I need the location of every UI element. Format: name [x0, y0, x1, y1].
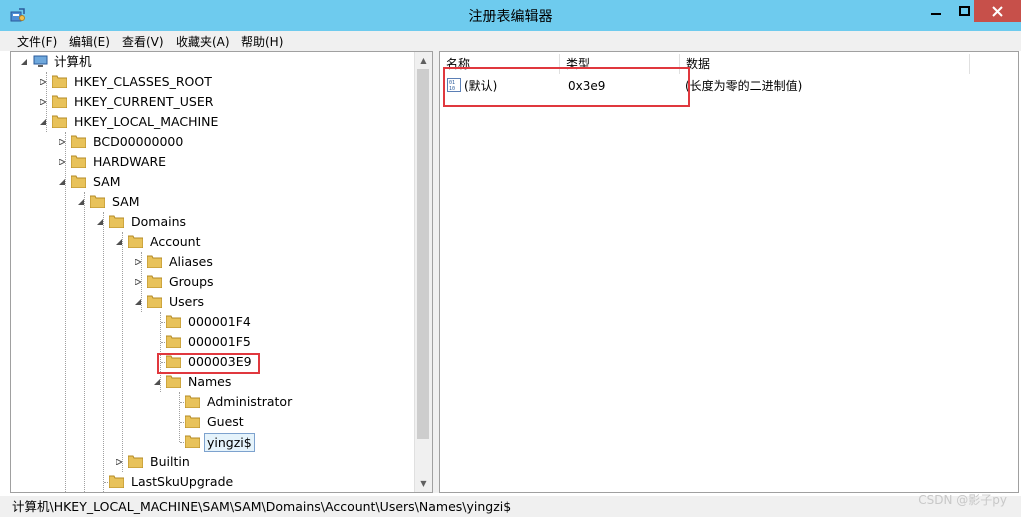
watermark: CSDN @影子py	[918, 493, 1007, 507]
column-header-data[interactable]: 数据	[680, 54, 970, 74]
menu-view[interactable]: 查看(V)	[122, 33, 164, 50]
tree-label: 000001F4	[188, 314, 251, 329]
tree-connector	[103, 212, 104, 492]
status-bar: 计算机\HKEY_LOCAL_MACHINE\SAM\SAM\Domains\A…	[0, 496, 1021, 517]
tree-label: HKEY_CURRENT_USER	[74, 94, 214, 109]
value-data: (长度为零的二进制值)	[685, 79, 803, 93]
tree-label: HARDWARE	[93, 154, 167, 169]
folder-icon	[185, 395, 200, 408]
tree-label: Administrator	[207, 394, 293, 409]
tree-connector	[160, 312, 161, 392]
status-path: 计算机\HKEY_LOCAL_MACHINE\SAM\SAM\Domains\A…	[12, 499, 512, 514]
collapsed-arrow-icon[interactable]	[40, 99, 46, 105]
folder-icon	[128, 455, 143, 468]
collapsed-arrow-icon[interactable]	[135, 279, 141, 285]
tree-label: HKEY_LOCAL_MACHINE	[74, 114, 219, 129]
folder-icon	[185, 435, 200, 448]
tree-connector	[179, 392, 180, 442]
tree-label: Domains	[131, 214, 187, 229]
folder-icon	[109, 475, 124, 488]
collapsed-arrow-icon[interactable]	[116, 459, 122, 465]
expanded-arrow-icon[interactable]	[154, 379, 160, 385]
folder-open-icon	[52, 115, 67, 128]
tree-connector	[84, 192, 85, 492]
expanded-arrow-icon[interactable]	[116, 239, 122, 245]
minimize-icon	[931, 13, 941, 15]
tree-label: Account	[150, 234, 201, 249]
registry-tree[interactable]: 计算机 HKEY_CLASSES_ROOT HKEY_CURRENT_USER …	[10, 51, 433, 493]
expanded-arrow-icon[interactable]	[21, 59, 27, 65]
folder-icon	[71, 135, 86, 148]
expanded-arrow-icon[interactable]	[40, 119, 46, 125]
folder-open-icon	[71, 175, 86, 188]
folder-open-icon	[166, 375, 181, 388]
expanded-arrow-icon[interactable]	[78, 199, 84, 205]
menu-favorites[interactable]: 收藏夹(A)	[176, 33, 230, 50]
collapsed-arrow-icon[interactable]	[59, 159, 65, 165]
tree-label: Groups	[169, 274, 214, 289]
tree-label-selected: yingzi$	[204, 433, 255, 452]
menu-help[interactable]: 帮助(H)	[241, 33, 283, 50]
title-bar[interactable]: 注册表编辑器	[0, 0, 1021, 31]
scroll-up-icon[interactable]: ▲	[415, 52, 432, 69]
tree-label: SAM	[112, 194, 140, 209]
collapsed-arrow-icon[interactable]	[40, 79, 46, 85]
expanded-arrow-icon[interactable]	[135, 299, 141, 305]
values-list[interactable]: 名称 类型 数据 01 10 (默认) 0x3e9 (长度为零的二进制值)	[439, 51, 1019, 493]
tree-label: Builtin	[150, 454, 190, 469]
scroll-thumb[interactable]	[417, 69, 429, 439]
folder-open-icon	[90, 195, 105, 208]
tree-label: SAM	[93, 174, 121, 189]
folder-icon	[147, 275, 162, 288]
collapsed-arrow-icon[interactable]	[59, 139, 65, 145]
tree-label: Users	[169, 294, 205, 309]
tree-connector	[141, 252, 142, 312]
tree-label: Names	[188, 374, 232, 389]
folder-icon	[52, 95, 67, 108]
folder-open-icon	[147, 295, 162, 308]
tree-connector	[65, 132, 66, 492]
folder-icon	[166, 335, 181, 348]
computer-icon	[33, 55, 48, 67]
highlight-box-tree	[157, 353, 260, 374]
tree-label: Guest	[207, 414, 244, 429]
folder-icon	[147, 255, 162, 268]
folder-open-icon	[109, 215, 124, 228]
close-button[interactable]	[974, 0, 1021, 22]
folder-icon	[166, 315, 181, 328]
menu-bar: 文件(F) 编辑(E) 查看(V) 收藏夹(A) 帮助(H)	[0, 31, 1021, 51]
menu-edit[interactable]: 编辑(E)	[69, 33, 110, 50]
maximize-icon	[958, 6, 970, 16]
expanded-arrow-icon[interactable]	[97, 219, 103, 225]
highlight-box-list	[443, 67, 690, 107]
tree-label: 000001F5	[188, 334, 251, 349]
menu-file[interactable]: 文件(F)	[17, 33, 57, 50]
tree-label: LastSkuUpgrade	[131, 474, 234, 489]
tree-vertical-scrollbar[interactable]: ▲ ▼	[414, 52, 432, 492]
folder-icon	[71, 155, 86, 168]
folder-icon	[52, 75, 67, 88]
tree-connector	[46, 72, 47, 132]
scroll-down-icon[interactable]: ▼	[415, 475, 432, 492]
expanded-arrow-icon[interactable]	[59, 179, 65, 185]
tree-label: Aliases	[169, 254, 213, 269]
tree-label: HKEY_CLASSES_ROOT	[74, 74, 212, 89]
folder-icon	[185, 415, 200, 428]
folder-open-icon	[128, 235, 143, 248]
window-title: 注册表编辑器	[468, 9, 553, 25]
collapsed-arrow-icon[interactable]	[135, 259, 141, 265]
tree-label: BCD00000000	[93, 134, 184, 149]
tree-connector	[122, 232, 123, 472]
tree-label: 计算机	[54, 54, 92, 69]
close-icon	[992, 5, 1003, 17]
